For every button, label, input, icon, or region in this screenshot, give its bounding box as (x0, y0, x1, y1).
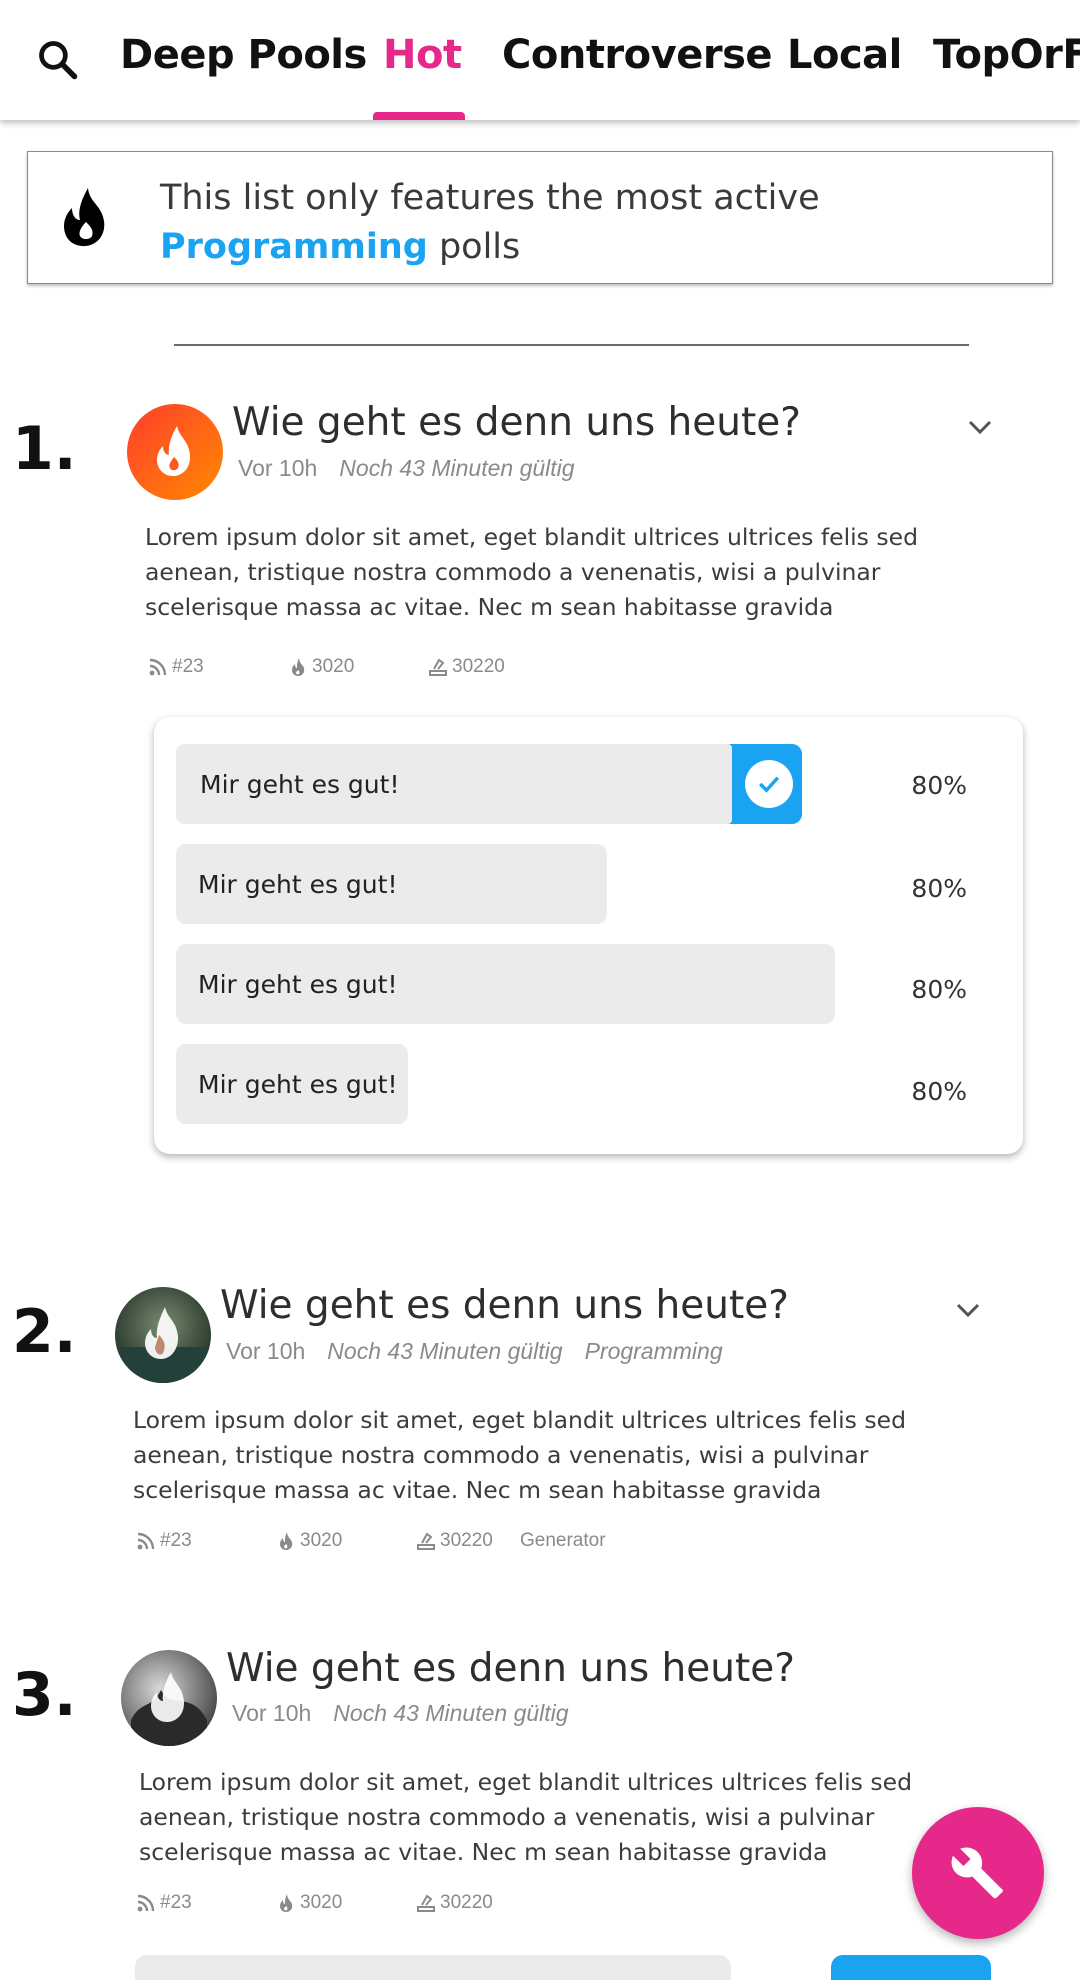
post-body: Lorem ipsum dolor sit amet, eget blandit… (145, 523, 919, 621)
post-stats: #23 3020 30220 (148, 656, 648, 684)
tab-local[interactable]: Local (787, 32, 902, 78)
poll-option[interactable]: Mir geht es gut! (176, 944, 835, 1024)
tab-hot[interactable]: Hot (383, 32, 462, 78)
poll-percent: 80% (911, 771, 967, 800)
poll-option[interactable]: Mir geht es gut! (176, 1044, 408, 1124)
poll-option-selected[interactable] (831, 1955, 991, 1980)
avatar[interactable] (115, 1287, 211, 1383)
poll-option-selected[interactable]: Mir geht es gut! (176, 744, 802, 824)
rss-icon (137, 1532, 155, 1550)
poll-percent: 80% (911, 1077, 967, 1106)
search-icon[interactable] (36, 38, 80, 82)
vote-icon (429, 658, 447, 676)
post-body: Lorem ipsum dolor sit amet, eget blandit… (139, 1768, 913, 1866)
divider (174, 344, 969, 346)
post-category[interactable]: Programming (585, 1338, 723, 1364)
top-tab-bar: Deep Pools Hot Controverse Local TopOrFl (0, 0, 1080, 120)
post-meta: Vor 10h Noch 43 Minuten gültig (232, 1700, 569, 1726)
chevron-down-icon[interactable] (953, 1300, 983, 1320)
rank-number: 3. (12, 1660, 77, 1730)
generator-tag: Generator (520, 1530, 606, 1551)
tab-top-or-flop[interactable]: TopOrFl (933, 32, 1080, 78)
poll-card: Mir geht es gut! 80% Mir geht es gut! 80… (154, 717, 1023, 1154)
info-banner: This list only features the most active … (27, 151, 1053, 284)
avatar[interactable] (127, 404, 223, 500)
flame-icon (292, 658, 305, 676)
poll-percent: 80% (911, 975, 967, 1004)
post-meta: Vor 10h Noch 43 Minuten gültig Programming (226, 1338, 723, 1364)
tab-deep-pools[interactable]: Deep Pools (120, 32, 367, 78)
flame-icon (280, 1532, 293, 1550)
post-title[interactable]: Wie geht es denn uns heute? (220, 1283, 789, 1328)
flame-icon (58, 186, 114, 250)
rss-icon (137, 1894, 155, 1912)
poll-option[interactable]: Mir geht es gut! (176, 844, 607, 924)
avatar[interactable] (121, 1650, 217, 1746)
wrench-icon (951, 1847, 1003, 1899)
post-body: Lorem ipsum dolor sit amet, eget blandit… (133, 1406, 907, 1504)
flame-icon (280, 1894, 293, 1912)
vote-icon (417, 1894, 435, 1912)
tools-fab-button[interactable] (912, 1807, 1044, 1939)
post-stats: #23 3020 30220 Generator (136, 1530, 696, 1558)
tab-controverse[interactable]: Controverse (502, 32, 773, 78)
poll-percent: 80% (911, 874, 967, 903)
poll-option[interactable] (135, 1955, 731, 1980)
rank-number: 2. (12, 1297, 77, 1367)
rank-number: 1. (12, 414, 77, 484)
active-tab-indicator (373, 112, 465, 120)
chevron-down-icon[interactable] (965, 417, 995, 437)
check-icon (745, 760, 793, 808)
vote-icon (417, 1532, 435, 1550)
post-title[interactable]: Wie geht es denn uns heute? (226, 1646, 795, 1691)
rss-icon (149, 658, 167, 676)
post-meta: Vor 10h Noch 43 Minuten gültig (238, 455, 575, 481)
banner-category-link[interactable]: Programming (160, 227, 428, 267)
banner-text: This list only features the most active … (160, 178, 820, 267)
post-stats: #23 3020 30220 (136, 1892, 636, 1920)
post-title[interactable]: Wie geht es denn uns heute? (232, 400, 801, 445)
